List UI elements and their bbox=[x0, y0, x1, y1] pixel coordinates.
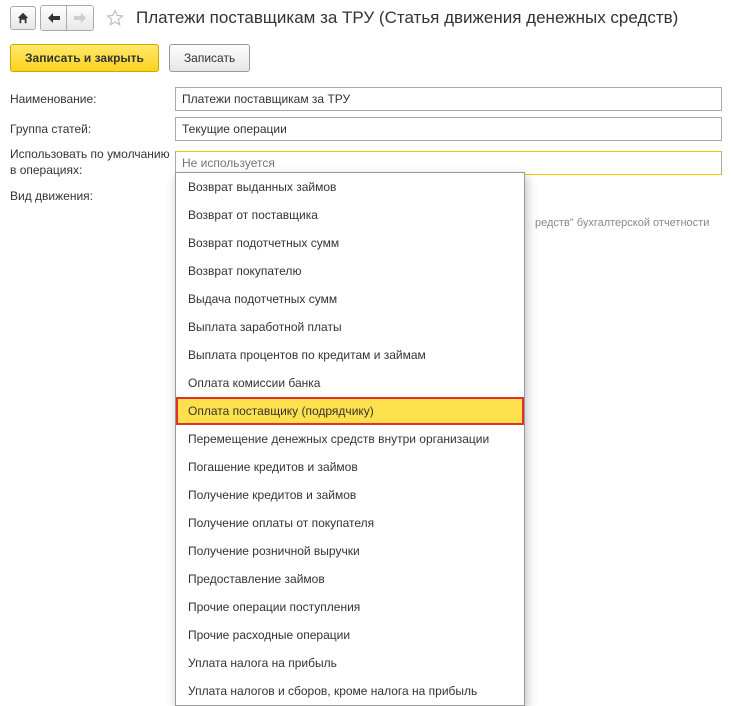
dropdown-item[interactable]: Возврат от поставщика bbox=[176, 201, 524, 229]
dropdown-item[interactable]: Получение оплаты от покупателя bbox=[176, 509, 524, 537]
nav-group bbox=[40, 5, 94, 31]
dropdown-item[interactable]: Возврат подотчетных сумм bbox=[176, 229, 524, 257]
dropdown-item[interactable]: Оплата поставщику (подрядчику) bbox=[176, 397, 524, 425]
movement-label: Вид движения: bbox=[10, 189, 175, 203]
dropdown-item[interactable]: Перемещение денежных средств внутри орга… bbox=[176, 425, 524, 453]
dropdown-item[interactable]: Выдача подотчетных сумм bbox=[176, 285, 524, 313]
default-ops-label: Использовать по умолчанию в операциях: bbox=[10, 147, 175, 178]
operations-dropdown: Возврат выданных займовВозврат от постав… bbox=[175, 172, 525, 706]
dropdown-item[interactable]: Возврат выданных займов bbox=[176, 173, 524, 201]
group-label: Группа статей: bbox=[10, 122, 175, 136]
home-button[interactable] bbox=[10, 6, 36, 30]
name-label: Наименование: bbox=[10, 92, 175, 106]
forward-button bbox=[67, 6, 93, 30]
report-hint: редств" бухгалтерской отчетности bbox=[535, 217, 709, 229]
dropdown-item[interactable]: Получение кредитов и займов bbox=[176, 481, 524, 509]
dropdown-item[interactable]: Уплата налогов и сборов, кроме налога на… bbox=[176, 677, 524, 705]
dropdown-item[interactable]: Прочие операции поступления bbox=[176, 593, 524, 621]
dropdown-item[interactable]: Выплата заработной платы bbox=[176, 313, 524, 341]
name-input[interactable] bbox=[175, 87, 722, 111]
dropdown-item[interactable]: Получение розничной выручки bbox=[176, 537, 524, 565]
save-button[interactable]: Записать bbox=[169, 44, 250, 72]
dropdown-item[interactable]: Погашение кредитов и займов bbox=[176, 453, 524, 481]
group-input[interactable] bbox=[175, 117, 722, 141]
dropdown-item[interactable]: Прочие расходные операции bbox=[176, 621, 524, 649]
back-button[interactable] bbox=[41, 6, 67, 30]
save-close-button[interactable]: Записать и закрыть bbox=[10, 44, 159, 72]
dropdown-item[interactable]: Оплата комиссии банка bbox=[176, 369, 524, 397]
default-ops-input[interactable] bbox=[175, 151, 722, 175]
page-title: Платежи поставщикам за ТРУ (Статья движе… bbox=[136, 8, 678, 28]
dropdown-item[interactable]: Возврат покупателю bbox=[176, 257, 524, 285]
dropdown-item[interactable]: Выплата процентов по кредитам и займам bbox=[176, 341, 524, 369]
dropdown-item[interactable]: Уплата налога на прибыль bbox=[176, 649, 524, 677]
star-icon[interactable] bbox=[104, 7, 126, 29]
dropdown-item[interactable]: Предоставление займов bbox=[176, 565, 524, 593]
